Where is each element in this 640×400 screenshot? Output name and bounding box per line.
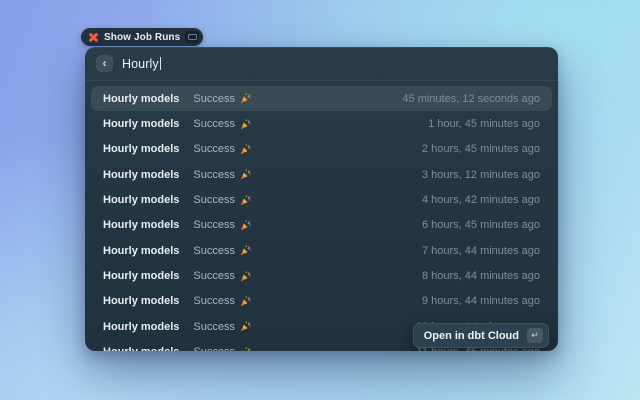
job-run-row[interactable]: Hourly models Success 2 hours, 45 minute…	[91, 137, 552, 162]
dbt-logo-icon	[88, 32, 99, 43]
job-run-title: Hourly models	[103, 295, 179, 307]
job-run-status: Success	[193, 270, 235, 282]
text-cursor	[160, 57, 162, 70]
job-run-status: Success	[193, 169, 235, 181]
party-popper-icon	[240, 119, 251, 130]
job-run-row[interactable]: Hourly models Success 3 hours, 12 minute…	[91, 162, 552, 187]
job-run-status: Success	[193, 219, 235, 231]
party-popper-icon	[240, 271, 251, 282]
job-run-status: Success	[193, 93, 235, 105]
job-run-row[interactable]: Hourly models Success 1 hour, 45 minutes…	[91, 111, 552, 136]
command-palette-window: ‹ Hourly Hourly models Success 45 minute…	[85, 47, 558, 351]
party-popper-icon	[240, 169, 251, 180]
extension-launcher-badge[interactable]: Show Job Runs	[81, 28, 203, 46]
enter-key-icon: ↵	[527, 328, 543, 343]
search-input-value: Hourly	[122, 57, 159, 71]
job-run-row[interactable]: Hourly models Success 6 hours, 45 minute…	[91, 213, 552, 238]
job-run-row[interactable]: Hourly models Success 9 hours, 44 minute…	[91, 289, 552, 314]
job-run-timestamp: 2 hours, 45 minutes ago	[422, 143, 540, 155]
job-run-status: Success	[193, 321, 235, 333]
party-popper-icon	[240, 245, 251, 256]
job-run-title: Hourly models	[103, 219, 179, 231]
job-run-title: Hourly models	[103, 245, 179, 257]
job-run-title: Hourly models	[103, 194, 179, 206]
job-run-title: Hourly models	[103, 93, 179, 105]
job-run-status: Success	[193, 346, 235, 351]
job-run-timestamp: 9 hours, 44 minutes ago	[422, 295, 540, 307]
job-run-row[interactable]: Hourly models Success 7 hours, 44 minute…	[91, 238, 552, 263]
job-run-status: Success	[193, 194, 235, 206]
job-run-status: Success	[193, 295, 235, 307]
action-hint-label: Open in dbt Cloud	[424, 330, 519, 342]
job-run-timestamp: 6 hours, 45 minutes ago	[422, 219, 540, 231]
back-button[interactable]: ‹	[96, 55, 113, 72]
job-run-status: Success	[193, 143, 235, 155]
job-run-timestamp: 8 hours, 44 minutes ago	[422, 270, 540, 282]
search-bar: ‹ Hourly	[85, 47, 558, 81]
job-run-row[interactable]: Hourly models Success 45 minutes, 12 sec…	[91, 86, 552, 111]
job-run-row[interactable]: Hourly models Success 8 hours, 44 minute…	[91, 263, 552, 288]
party-popper-icon	[240, 144, 251, 155]
search-input[interactable]: Hourly	[122, 57, 161, 71]
job-run-title: Hourly models	[103, 118, 179, 130]
extension-badge-label: Show Job Runs	[104, 32, 180, 43]
job-run-title: Hourly models	[103, 321, 179, 333]
party-popper-icon	[240, 321, 251, 332]
job-run-timestamp: 7 hours, 44 minutes ago	[422, 245, 540, 257]
job-run-timestamp: 45 minutes, 12 seconds ago	[402, 93, 540, 105]
party-popper-icon	[240, 195, 251, 206]
job-run-timestamp: 4 hours, 42 minutes ago	[422, 194, 540, 206]
job-run-title: Hourly models	[103, 169, 179, 181]
party-popper-icon	[240, 296, 251, 307]
party-popper-icon	[240, 347, 251, 351]
job-run-status: Success	[193, 245, 235, 257]
party-popper-icon	[240, 220, 251, 231]
job-run-title: Hourly models	[103, 346, 179, 351]
job-run-row[interactable]: Hourly models Success 4 hours, 42 minute…	[91, 187, 552, 212]
job-run-title: Hourly models	[103, 143, 179, 155]
job-run-title: Hourly models	[103, 270, 179, 282]
job-runs-list: Hourly models Success 45 minutes, 12 sec…	[85, 81, 558, 351]
job-run-status: Success	[193, 118, 235, 130]
primary-action-hint[interactable]: Open in dbt Cloud ↵	[413, 323, 549, 348]
job-run-timestamp: 3 hours, 12 minutes ago	[422, 169, 540, 181]
job-run-timestamp: 1 hour, 45 minutes ago	[428, 118, 540, 130]
party-popper-icon	[240, 93, 251, 104]
hotkey-recorder-icon	[185, 31, 199, 43]
